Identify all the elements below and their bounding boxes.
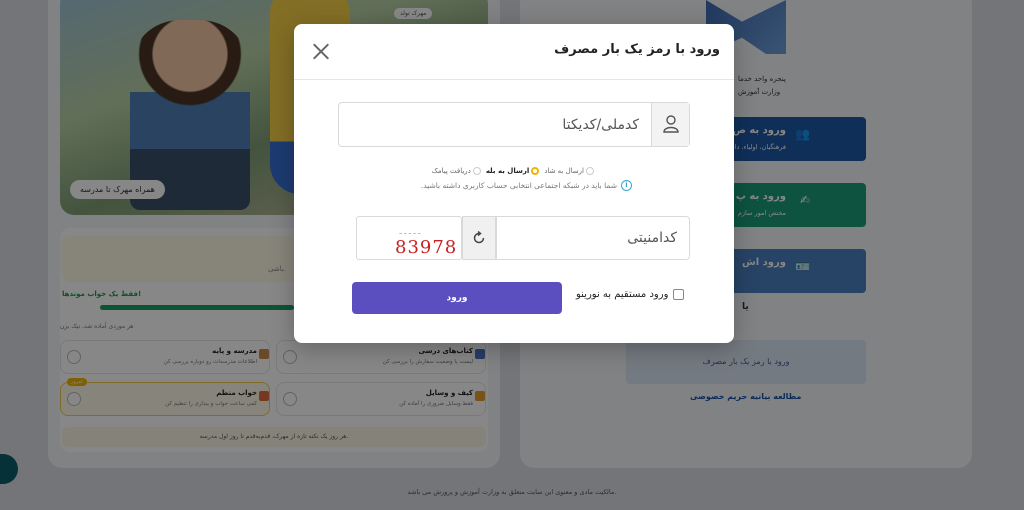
- info-icon: i: [621, 180, 632, 191]
- login-button[interactable]: ورود: [352, 282, 562, 314]
- direct-login-checkbox[interactable]: ورود مستقیم به نورینو: [576, 289, 685, 300]
- info-text: شما باید در شبکه اجتماعی انتخابی حساب کا…: [420, 181, 617, 190]
- otp-login-modal: ورود با رمز یک بار مصرف ارسال به شاد ارس…: [294, 24, 734, 343]
- username-input[interactable]: [339, 103, 651, 146]
- info-row: i شما باید در شبکه اجتماعی انتخابی حساب …: [421, 180, 632, 191]
- captcha-image: ~ ~ ~ ~ ~ 83978: [356, 216, 462, 260]
- send-option-shad[interactable]: ارسال به شاد: [544, 167, 594, 175]
- captcha-input[interactable]: [496, 216, 690, 260]
- checkbox-icon[interactable]: [673, 289, 685, 300]
- modal-header: ورود با رمز یک بار مصرف: [294, 24, 734, 80]
- direct-login-label: ورود مستقیم به نورینو: [576, 289, 669, 300]
- user-icon: [651, 103, 689, 146]
- send-option-label: دریافت پیامک: [431, 167, 471, 175]
- radio-icon[interactable]: [586, 167, 594, 175]
- radio-icon[interactable]: [472, 167, 481, 175]
- captcha-noise: ~ ~ ~ ~ ~: [399, 231, 421, 236]
- send-option-sms[interactable]: دریافت پیامک: [432, 167, 481, 175]
- refresh-icon: [473, 231, 485, 244]
- send-option-label: ارسال به شاد: [544, 167, 584, 175]
- close-icon[interactable]: [312, 42, 330, 60]
- send-option-bale[interactable]: ارسال به بله: [486, 167, 540, 175]
- send-method-options: ارسال به شاد ارسال به بله دریافت پیامک: [432, 167, 594, 175]
- username-field-group: [338, 102, 690, 147]
- captcha-text: 83978: [395, 237, 458, 258]
- refresh-captcha-button[interactable]: [462, 216, 496, 260]
- modal-title: ورود با رمز یک بار مصرف: [554, 42, 720, 57]
- radio-selected-icon[interactable]: [531, 167, 540, 175]
- send-option-label: ارسال به بله: [485, 167, 530, 175]
